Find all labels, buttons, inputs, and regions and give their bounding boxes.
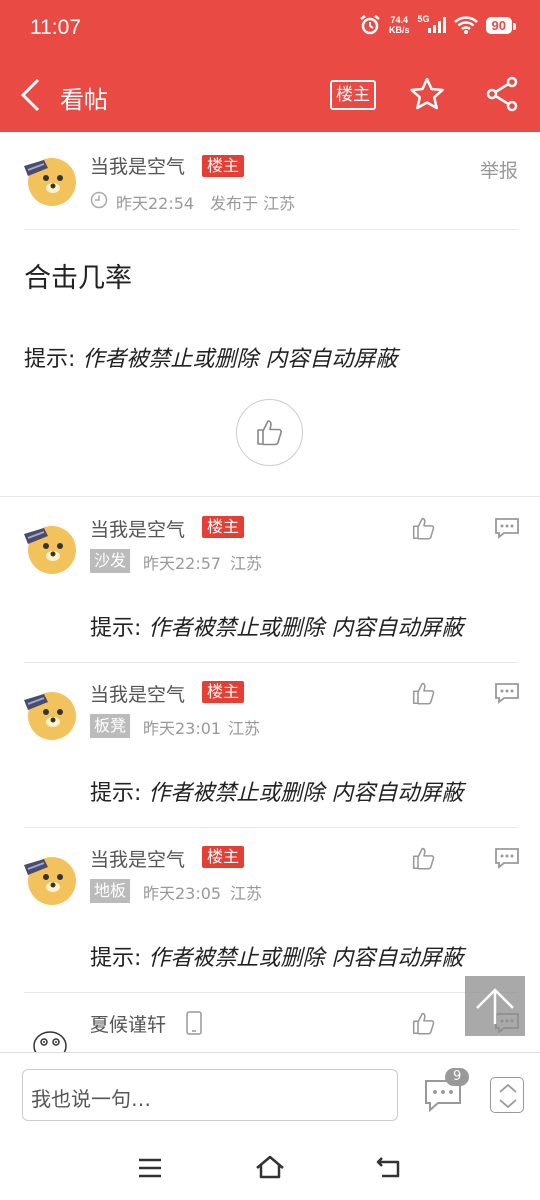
comment-icon[interactable]: [494, 847, 520, 869]
system-nav-bar: [0, 1138, 540, 1200]
clock-icon: [90, 191, 108, 209]
top-nav-bar: 看帖 楼主: [0, 58, 540, 132]
post-time: 昨天22:54: [116, 194, 195, 213]
chevron-up-down-icon: [499, 1083, 517, 1109]
menu-icon[interactable]: [138, 1158, 162, 1178]
post-notice: 提示: 作者被禁止或删除 内容自动屏蔽: [24, 347, 398, 372]
wifi-icon: [453, 16, 478, 34]
avatar[interactable]: [22, 686, 78, 742]
floor-tag: 沙发: [90, 549, 131, 573]
floor-navigate-button[interactable]: [490, 1077, 524, 1113]
thumbs-up-icon[interactable]: [412, 1011, 436, 1035]
only-owner-button[interactable]: 楼主: [330, 80, 376, 110]
battery-level: 90: [485, 16, 517, 34]
thumbs-up-icon[interactable]: [412, 516, 436, 540]
favorite-star-icon[interactable]: [409, 76, 445, 112]
floor-tag: 地板: [90, 879, 131, 903]
reply-author-name[interactable]: 当我是空气: [90, 845, 185, 872]
thumbs-up-icon[interactable]: [412, 681, 436, 705]
signal-icon: [427, 17, 446, 33]
reply-notice: 提示: 作者被禁止或删除 内容自动屏蔽: [90, 946, 464, 971]
reply-location: 江苏: [230, 884, 263, 903]
reply-time: 昨天22:57: [143, 554, 222, 573]
post-author-name[interactable]: 当我是空气: [90, 152, 185, 179]
thumbs-up-icon[interactable]: [412, 846, 436, 870]
back-to-top-button[interactable]: [465, 976, 525, 1036]
home-icon[interactable]: [255, 1155, 285, 1179]
divider: [24, 229, 518, 230]
floor-tag: 板凳: [90, 714, 131, 738]
avatar[interactable]: [22, 851, 78, 907]
owner-tag: 楼主: [202, 516, 245, 538]
owner-tag: 楼主: [202, 846, 245, 868]
status-bar: 11:07 74.4 KB/s 5G 90: [0, 0, 540, 58]
reply-author-name[interactable]: 当我是空气: [90, 515, 185, 542]
like-button[interactable]: [236, 399, 303, 466]
reply-notice: 提示: 作者被禁止或删除 内容自动屏蔽: [90, 781, 464, 806]
reply-bar: 我也说一句… 9: [0, 1052, 540, 1138]
reply-input[interactable]: 我也说一句…: [22, 1069, 398, 1121]
owner-tag: 楼主: [202, 155, 245, 177]
net-speed: 74.4 KB/s: [389, 15, 410, 35]
post-title: 合击几率: [24, 263, 132, 294]
reply-time: 昨天23:01: [143, 719, 222, 738]
comment-icon[interactable]: [494, 682, 520, 704]
divider: [24, 992, 518, 993]
back-arrow-icon[interactable]: [18, 78, 48, 112]
avatar[interactable]: [22, 520, 78, 576]
page-title: 看帖: [60, 86, 108, 114]
avatar[interactable]: [22, 152, 78, 208]
back-icon[interactable]: [376, 1156, 402, 1178]
comment-icon[interactable]: [494, 517, 520, 539]
arrow-up-icon: [476, 988, 514, 1024]
status-time: 11:07: [30, 16, 81, 39]
section-divider: [0, 496, 540, 497]
divider: [24, 662, 518, 663]
report-button[interactable]: 举报: [480, 156, 518, 183]
signal-type: 5G: [417, 14, 430, 24]
post-location: 发布于 江苏: [210, 194, 296, 213]
reply-author-name[interactable]: 当我是空气: [90, 680, 185, 707]
share-icon[interactable]: [485, 76, 521, 112]
reply-time: 昨天23:05: [143, 884, 222, 903]
comment-count-badge: 9: [445, 1068, 470, 1086]
owner-tag: 楼主: [202, 681, 245, 703]
reply-author-name[interactable]: 夏候谨轩: [90, 1010, 166, 1037]
thumbs-up-icon: [257, 420, 282, 446]
alarm-icon: [360, 15, 380, 35]
reply-location: 江苏: [230, 554, 263, 573]
phone-icon: [186, 1011, 202, 1035]
divider: [24, 827, 518, 828]
reply-location: 江苏: [228, 719, 261, 738]
reply-notice: 提示: 作者被禁止或删除 内容自动屏蔽: [90, 616, 464, 641]
